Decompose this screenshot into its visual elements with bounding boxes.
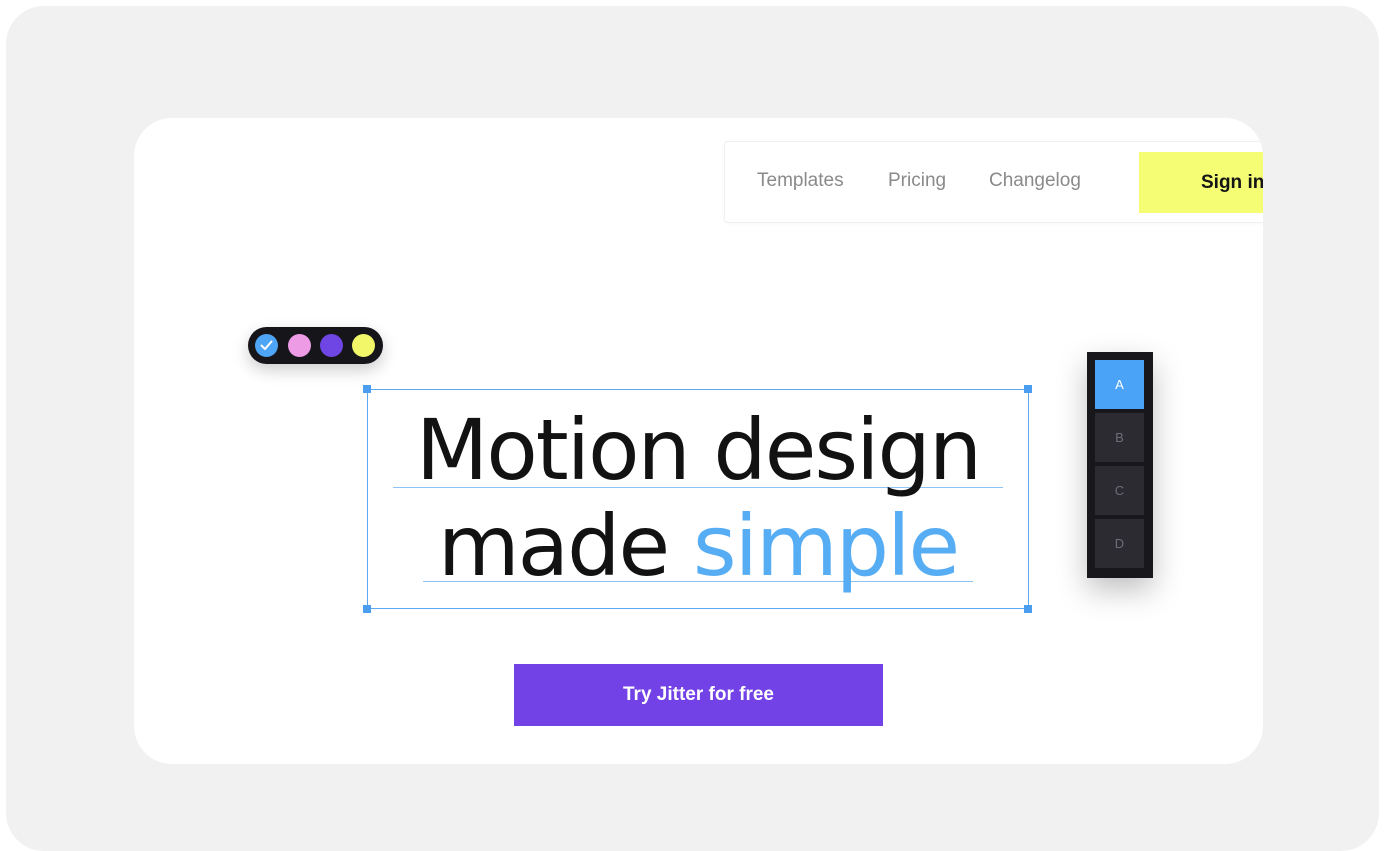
resize-handle-bottom-left[interactable] xyxy=(363,605,371,613)
color-swatch-purple[interactable] xyxy=(320,334,343,357)
headline-plain-word: made xyxy=(437,497,670,595)
color-swatch-pink[interactable] xyxy=(288,334,311,357)
hero-card: Templates Pricing Changelog Sign in Moti… xyxy=(134,118,1263,764)
headline-accent-word: simple xyxy=(692,497,960,595)
try-jitter-button[interactable]: Try Jitter for free xyxy=(514,664,883,726)
try-jitter-label: Try Jitter for free xyxy=(623,684,774,705)
check-icon xyxy=(260,340,273,350)
layer-item-c[interactable]: C xyxy=(1095,466,1144,515)
sign-in-label: Sign in xyxy=(1201,171,1263,193)
layers-panel: A B C D xyxy=(1087,352,1153,578)
nav-link-templates[interactable]: Templates xyxy=(757,170,844,192)
nav-link-pricing[interactable]: Pricing xyxy=(888,170,946,192)
top-nav: Templates Pricing Changelog Sign in xyxy=(724,141,1263,223)
color-swatch-blue[interactable] xyxy=(255,334,278,357)
headline-line-1: Motion design xyxy=(415,401,982,499)
page-background: Templates Pricing Changelog Sign in Moti… xyxy=(6,6,1379,851)
color-swatch-yellow[interactable] xyxy=(352,334,375,357)
headline-line-2: made simple xyxy=(367,498,1029,594)
layer-item-b[interactable]: B xyxy=(1095,413,1144,462)
resize-handle-top-left[interactable] xyxy=(363,385,371,393)
layer-item-a[interactable]: A xyxy=(1095,360,1144,409)
sign-in-button[interactable]: Sign in xyxy=(1139,152,1263,213)
resize-handle-top-right[interactable] xyxy=(1024,385,1032,393)
layer-item-d[interactable]: D xyxy=(1095,519,1144,568)
hero-headline: Motion design made simple xyxy=(367,402,1029,594)
color-palette xyxy=(248,327,383,364)
nav-link-changelog[interactable]: Changelog xyxy=(989,170,1081,192)
resize-handle-bottom-right[interactable] xyxy=(1024,605,1032,613)
